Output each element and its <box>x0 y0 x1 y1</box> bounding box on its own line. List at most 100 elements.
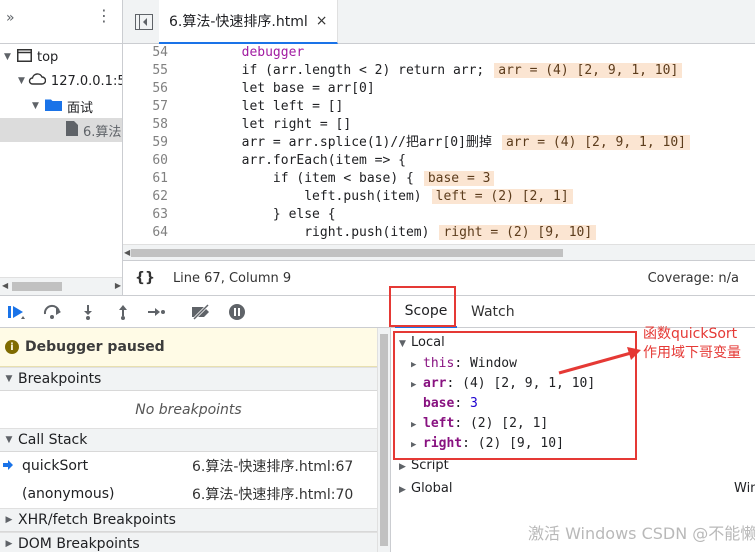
pause-on-exceptions-button[interactable] <box>226 302 248 322</box>
editor-horizontal-scrollbar[interactable]: ◀ <box>123 244 755 260</box>
expand-triangle-icon[interactable]: ▼ <box>18 76 25 86</box>
toggle-navigator-icon[interactable] <box>135 14 153 30</box>
line-number[interactable]: 58 <box>123 116 168 134</box>
line-number[interactable]: 63 <box>123 206 168 224</box>
tree-item-top[interactable]: ▼ top <box>0 45 122 69</box>
collapse-triangle-icon[interactable]: ▶ <box>399 480 411 500</box>
call-frame-location[interactable]: 6.算法-快速排序.html:70 <box>192 484 353 504</box>
more-tabs-chevron-icon[interactable]: » <box>6 10 15 26</box>
coverage-status: Coverage: n/a <box>647 270 739 286</box>
annotation-line: 作用域下哥变量 <box>643 345 741 361</box>
line-number[interactable]: 64 <box>123 224 168 242</box>
code-line[interactable]: 64 right.push(item) right = (2) [9, 10] <box>123 224 755 242</box>
line-number[interactable]: 60 <box>123 152 168 170</box>
code-line[interactable]: 62 left.push(item) left = (2) [2, 1] <box>123 188 755 206</box>
current-frame-arrow-icon <box>3 460 13 470</box>
scrollbar-thumb[interactable] <box>131 249 563 257</box>
close-icon[interactable]: × <box>316 13 328 29</box>
sidebar-vertical-scrollbar[interactable] <box>377 328 390 552</box>
section-label: Call Stack <box>18 432 88 448</box>
step-icon <box>148 308 165 316</box>
scrollbar-thumb[interactable] <box>12 282 62 291</box>
annotation-arrow-icon <box>558 347 641 375</box>
inline-variable-value: arr = (4) [2, 9, 1, 10] <box>501 135 690 150</box>
expand-triangle-icon[interactable]: ▼ <box>32 101 42 111</box>
resume-button[interactable] <box>6 302 28 322</box>
pause-on-exceptions-icon <box>229 304 245 320</box>
line-number[interactable]: 61 <box>123 170 168 188</box>
code-text: } else { <box>179 206 336 224</box>
tree-item-folder[interactable]: ▼ 面试 <box>0 94 122 118</box>
line-number[interactable]: 62 <box>123 188 168 206</box>
step-over-button[interactable] <box>42 302 64 322</box>
expand-triangle-icon[interactable]: ▼ <box>0 435 18 445</box>
code-line[interactable]: 55 if (arr.length < 2) return arr; arr = … <box>123 62 755 80</box>
inline-variable-value: right = (2) [9, 10] <box>439 225 597 240</box>
code-line[interactable]: 59 arr = arr.splice(1)//把arr[0]删掉 arr = (… <box>123 134 755 152</box>
code-statement: debugger <box>241 45 305 60</box>
code-area[interactable]: 54 debugger 55 if (arr.length < 2) return… <box>123 44 755 244</box>
more-options-icon[interactable]: ⋮ <box>96 8 112 24</box>
expand-triangle-icon[interactable]: ▼ <box>0 374 18 384</box>
call-frame-function: quickSort <box>22 458 89 474</box>
code-line[interactable]: 57 let left = [] <box>123 98 755 116</box>
line-number[interactable]: 56 <box>123 80 168 98</box>
scroll-right-icon[interactable]: ▶ <box>115 281 121 290</box>
line-number[interactable]: 54 <box>123 44 168 62</box>
code-text: right.push(item) right = (2) [9, 10] <box>179 224 597 242</box>
collapse-triangle-icon[interactable]: ▶ <box>0 539 18 549</box>
code-line[interactable]: 61 if (item < base) {base = 3 <box>123 170 755 188</box>
section-xhr-breakpoints[interactable]: ▶ XHR/fetch Breakpoints <box>0 508 377 532</box>
code-line[interactable]: 63 } else { <box>123 206 755 224</box>
tree-item-origin[interactable]: ▼ 127.0.0.1:5 <box>0 69 122 93</box>
code-line[interactable]: 58 let right = [] <box>123 116 755 134</box>
editor-tab-bar: 6.算法-快速排序.html × <box>123 0 755 44</box>
annotation-text: 函数quickSort 作用域下哥变量 <box>643 325 741 363</box>
deactivate-breakpoints-button[interactable] <box>190 302 212 322</box>
cloud-icon <box>28 73 47 89</box>
step-out-button[interactable] <box>112 302 134 322</box>
collapse-triangle-icon[interactable]: ▶ <box>399 457 411 477</box>
line-number[interactable]: 59 <box>123 134 168 152</box>
tree-item-file[interactable]: 6.算法 <box>0 118 122 142</box>
step-into-icon <box>84 305 92 320</box>
scope-tab-highlight <box>389 286 456 327</box>
code-text: let right = [] <box>179 116 352 134</box>
code-line[interactable]: 54 debugger <box>123 44 755 62</box>
debugger-paused-banner: i Debugger paused <box>0 328 377 367</box>
tab-file[interactable]: 6.算法-快速排序.html × <box>159 0 339 44</box>
call-frame-current[interactable]: quickSort 6.算法-快速排序.html:67 <box>0 452 377 480</box>
tree-item-label: 面试 <box>67 100 94 116</box>
code-text: let base = arr[0] <box>179 80 375 98</box>
line-number[interactable]: 57 <box>123 98 168 116</box>
navigator-horizontal-scrollbar[interactable]: ◀ ▶ <box>0 277 122 295</box>
line-number[interactable]: 55 <box>123 62 168 80</box>
collapse-triangle-icon[interactable]: ▶ <box>0 515 18 525</box>
call-frame-location[interactable]: 6.算法-快速排序.html:67 <box>192 456 353 476</box>
scrollbar-thumb[interactable] <box>380 334 388 546</box>
scope-global[interactable]: ▶ Global <box>399 479 452 499</box>
section-dom-breakpoints[interactable]: ▶ DOM Breakpoints <box>0 532 377 552</box>
pretty-print-button[interactable]: {} <box>135 270 155 286</box>
section-call-stack[interactable]: ▼ Call Stack <box>0 428 377 452</box>
scope-label: Script <box>411 458 449 473</box>
scroll-left-icon[interactable]: ◀ <box>2 281 8 290</box>
section-breakpoints[interactable]: ▼ Breakpoints <box>0 367 377 391</box>
paused-message: Debugger paused <box>25 339 165 355</box>
tab-file-label: 6.算法-快速排序.html <box>169 14 308 30</box>
call-frame[interactable]: (anonymous) 6.算法-快速排序.html:70 <box>0 480 377 508</box>
step-into-button[interactable] <box>77 302 99 322</box>
resume-icon <box>8 306 25 319</box>
code-statement: right.push(item) <box>304 225 430 240</box>
code-line[interactable]: 56 let base = arr[0] <box>123 80 755 98</box>
debugger-toolbar <box>0 295 390 328</box>
code-line[interactable]: 60 arr.forEach(item => { <box>123 152 755 170</box>
expand-triangle-icon[interactable]: ▼ <box>4 52 14 62</box>
scroll-left-icon[interactable]: ◀ <box>124 248 130 257</box>
tab-watch[interactable]: Watch <box>471 296 515 328</box>
step-button[interactable] <box>145 302 167 322</box>
